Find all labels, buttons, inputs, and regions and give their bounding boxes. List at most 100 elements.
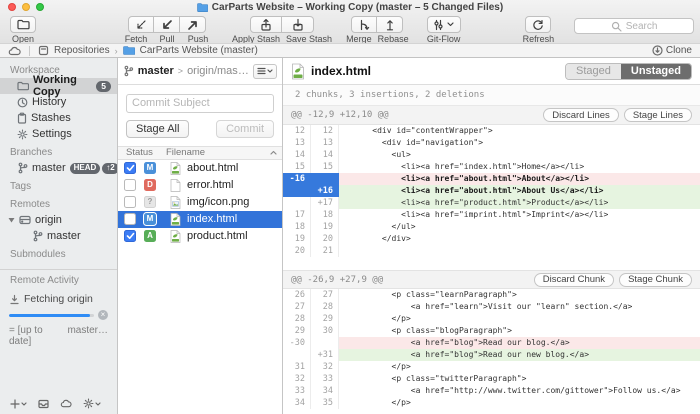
pull-button[interactable] xyxy=(154,16,180,33)
diff-line-code xyxy=(339,245,700,257)
status-badge-deleted: D xyxy=(144,179,156,191)
staged-segment[interactable]: Staged xyxy=(566,64,621,79)
branch-icon xyxy=(123,65,134,77)
file-row-error-html[interactable]: Derror.html xyxy=(118,177,282,194)
view-options-button[interactable] xyxy=(253,64,277,79)
diff-line-code: <li><a href="product.html">Product</a></… xyxy=(339,197,700,209)
diff-line[interactable]: 2627 <p class="learnParagraph"> xyxy=(283,289,700,301)
fetch-button[interactable] xyxy=(128,16,154,33)
diff-line[interactable]: -16 <li><a href="about.html">About</a></… xyxy=(283,173,700,185)
staged-unstaged-toggle: Staged Unstaged xyxy=(565,63,692,80)
diff-line[interactable]: 3435 </p> xyxy=(283,397,700,409)
file-row-about-html[interactable]: Mabout.html xyxy=(118,160,282,177)
close-window-button[interactable] xyxy=(8,3,16,11)
diff-line[interactable]: 2021 xyxy=(283,245,700,257)
push-button[interactable] xyxy=(180,16,206,33)
sidebar-item-settings[interactable]: Settings xyxy=(0,126,117,142)
search-input[interactable]: Search xyxy=(574,18,694,34)
commit-subject-input[interactable] xyxy=(126,94,274,113)
old-line-number: 13 xyxy=(283,137,311,149)
stage-lines-button[interactable]: Stage Lines xyxy=(624,108,692,122)
stage-all-button[interactable]: Stage All xyxy=(126,120,189,138)
diff-line[interactable]: 1920 </div> xyxy=(283,233,700,245)
toolbar-group-sync: Fetch Pull Push xyxy=(124,16,210,44)
chevron-down-icon xyxy=(447,22,454,27)
submodules-header[interactable]: Submodules xyxy=(0,244,117,262)
diff-line[interactable]: 1313 <div id="navigation"> xyxy=(283,137,700,149)
diff-line[interactable]: +16 <li><a href="about.html">About Us</a… xyxy=(283,185,700,197)
diff-line[interactable]: 1212 <div id="contentWrapper"> xyxy=(283,125,700,137)
merge-button[interactable] xyxy=(351,16,377,33)
refresh-button[interactable] xyxy=(525,16,551,33)
commit-button[interactable]: Commit xyxy=(216,120,274,138)
minimize-window-button[interactable] xyxy=(22,3,30,11)
file-panel: master > origin/master Stage All Commit … xyxy=(118,58,283,414)
clone-icon xyxy=(652,45,663,56)
remote-activity-header: Remote Activity xyxy=(0,270,117,288)
diff-line[interactable]: 2728 <a href="learn">Visit our "learn" s… xyxy=(283,301,700,313)
sidebar-item-remote-origin[interactable]: origin xyxy=(0,212,117,228)
sidebar-item-branch-master[interactable]: master HEAD ↑2 xyxy=(0,160,117,176)
diff-line[interactable]: -30 <a href="blog">Read our blog.</a> xyxy=(283,337,700,349)
breadcrumb-repo[interactable]: CarParts Website (master) xyxy=(140,45,258,56)
stage-chunk-button[interactable]: Stage Chunk xyxy=(619,273,692,287)
zoom-window-button[interactable] xyxy=(36,3,44,11)
diff-line[interactable]: 3132 </p> xyxy=(283,361,700,373)
file-row-index-html[interactable]: Mindex.html xyxy=(118,211,282,228)
clone-button[interactable]: Clone xyxy=(652,45,692,56)
diff-line[interactable]: 2829 </p> xyxy=(283,313,700,325)
discard-lines-button[interactable]: Discard Lines xyxy=(543,108,619,122)
breadcrumb-repositories[interactable]: Repositories xyxy=(54,45,110,56)
apply-stash-button[interactable] xyxy=(250,16,282,33)
save-stash-button[interactable] xyxy=(282,16,314,33)
disclosure-triangle-icon[interactable] xyxy=(8,217,15,223)
cloud-icon[interactable] xyxy=(8,46,21,56)
sidebar-item-history[interactable]: History xyxy=(0,94,117,110)
sidebar-item-remote-branch-master[interactable]: master xyxy=(0,228,117,244)
file-row-product-html[interactable]: Aproduct.html xyxy=(118,228,282,245)
diff-line[interactable]: 3233 <p class="twitterParagraph"> xyxy=(283,373,700,385)
sidebar-item-working-copy[interactable]: Working Copy5 xyxy=(0,78,117,94)
file-row-img-icon-png[interactable]: ?img/icon.png xyxy=(118,194,282,211)
stage-checkbox[interactable] xyxy=(124,213,136,225)
current-branch[interactable]: master xyxy=(138,65,174,77)
chevron-down-icon xyxy=(267,69,273,73)
unstaged-segment[interactable]: Unstaged xyxy=(621,64,691,79)
new-line-number: 15 xyxy=(311,161,339,173)
filename-label: index.html xyxy=(187,213,237,225)
stage-checkbox[interactable] xyxy=(124,196,136,208)
stage-checkbox[interactable] xyxy=(124,230,136,242)
sidebar-item-label: History xyxy=(32,96,66,108)
sidebar-item-stashes[interactable]: Stashes xyxy=(0,110,117,126)
rebase-button[interactable] xyxy=(377,16,403,33)
hunk-header: @@ -26,9 +27,9 @@Discard ChunkStage Chun… xyxy=(283,270,700,289)
settings-menu-button[interactable] xyxy=(83,398,101,409)
status-column-header[interactable]: Status xyxy=(118,147,166,158)
search-placeholder: Search xyxy=(626,21,658,32)
filename-column-header[interactable]: Filename xyxy=(166,147,270,158)
open-button[interactable] xyxy=(10,16,36,33)
cancel-fetch-button[interactable]: × xyxy=(98,310,108,320)
add-button[interactable] xyxy=(10,399,27,409)
gitflow-button[interactable] xyxy=(427,16,461,33)
stage-checkbox[interactable] xyxy=(124,179,136,191)
diff-line[interactable]: 1414 <ul> xyxy=(283,149,700,161)
diff-line[interactable]: 2930 <p class="blogParagraph"> xyxy=(283,325,700,337)
tags-header[interactable]: Tags xyxy=(0,176,117,194)
upstream-branch[interactable]: origin/master xyxy=(187,65,249,77)
stage-checkbox[interactable] xyxy=(124,162,136,174)
new-line-number: 14 xyxy=(311,149,339,161)
cloud-services-button[interactable] xyxy=(60,399,72,408)
diff-line[interactable]: 3334 <a href="http://www.twitter.com/git… xyxy=(283,385,700,397)
old-line-number: -16 xyxy=(283,173,311,185)
diff-line[interactable]: 1515 <li><a href="index.html">Home</a></… xyxy=(283,161,700,173)
stash-tray-button[interactable] xyxy=(38,399,49,409)
clone-label: Clone xyxy=(666,45,692,56)
old-line-number xyxy=(283,185,311,197)
discard-chunk-button[interactable]: Discard Chunk xyxy=(534,273,614,287)
diff-line[interactable]: +17 <li><a href="product.html">Product</… xyxy=(283,197,700,209)
diff-line[interactable]: 1718 <li><a href="imprint.html">Imprint<… xyxy=(283,209,700,221)
diff-line[interactable]: +31 <a href="blog">Read our new blog.</a… xyxy=(283,349,700,361)
diff-line[interactable]: 1819 </ul> xyxy=(283,221,700,233)
old-line-number: 31 xyxy=(283,361,311,373)
